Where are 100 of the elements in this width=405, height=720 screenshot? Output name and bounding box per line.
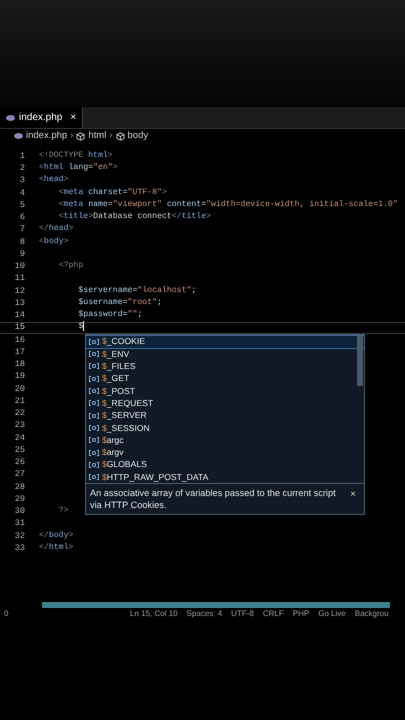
code-text: $servername="localhost"; — [78, 284, 196, 297]
variable-icon — [89, 462, 99, 468]
suggestion-label: $_GET — [102, 372, 130, 386]
code-text: $ — [78, 321, 84, 334]
suggestion-label: $_REQUEST — [102, 396, 154, 410]
suggestion-label: $_FILES — [102, 360, 136, 373]
variable-icon — [89, 437, 99, 444]
editor-tab[interactable]: index.php × — [0, 107, 84, 128]
variable-icon — [89, 412, 99, 419]
line-number: 14 — [14, 309, 26, 322]
code-text: $username="root"; — [78, 296, 162, 309]
line-number: 10 — [14, 260, 26, 273]
php-file-icon — [14, 133, 23, 139]
line-number: 19 — [14, 370, 26, 383]
line-number: 29 — [14, 492, 26, 506]
code-text: </html> — [39, 542, 74, 554]
line-number: 5 — [18, 198, 26, 212]
separator-chevron: › — [70, 128, 74, 143]
variable-icon — [89, 363, 99, 370]
suggestion-item[interactable]: $_REQUEST — [86, 397, 364, 410]
code-text: </body> — [39, 530, 74, 542]
code-text: <html lang="en"> — [39, 162, 118, 174]
line-number: 30 — [14, 505, 26, 518]
php-file-icon — [6, 114, 15, 120]
suggestion-label: $GLOBALS — [102, 458, 147, 472]
status-item[interactable]: PHP — [292, 608, 310, 620]
line-number: 21 — [14, 394, 26, 408]
line-number: 15 — [14, 321, 26, 334]
suggestion-label: $HTTP_RAW_POST_DATA — [102, 470, 208, 484]
line-number: 25 — [14, 444, 26, 456]
line-number: 12 — [14, 284, 26, 298]
line-number: 24 — [14, 432, 26, 444]
suggestion-item[interactable]: $HTTP_RAW_POST_DATA — [86, 471, 364, 484]
tab-label: index.php — [19, 111, 62, 125]
separator-chevron: › — [109, 128, 112, 143]
code-text: <meta charset="UTF-8"> — [58, 186, 167, 199]
line-number: 7 — [18, 223, 26, 236]
code-text: <body> — [39, 236, 68, 248]
code-text: <meta name="viewport" content="width=device-width, initial-scale=1.0" — [58, 198, 398, 211]
code-text: <?php — [58, 260, 84, 272]
cube-icon — [76, 132, 86, 140]
suggestion-item[interactable]: $_ENV — [86, 348, 364, 360]
variable-icon — [89, 338, 99, 345]
line-number: 8 — [18, 236, 26, 248]
suggestion-item[interactable]: $GLOBALS — [86, 458, 364, 472]
suggestion-item[interactable]: $_GET — [86, 372, 364, 385]
breadcrumb-item[interactable]: body — [128, 128, 148, 144]
suggestion-label: $_SERVER — [102, 409, 147, 422]
line-number: 11 — [14, 272, 26, 285]
suggestion-item[interactable]: $_COOKIE — [86, 336, 364, 348]
code-text: <head> — [39, 174, 68, 186]
line-number: 33 — [14, 542, 26, 554]
status-item[interactable]: 0 — [0, 608, 130, 620]
line-number: 28 — [14, 480, 26, 494]
line-number: 27 — [14, 468, 26, 481]
line-number: 13 — [14, 296, 26, 310]
suggestion-label: $_POST — [102, 384, 135, 398]
status-item[interactable]: Spaces: 4 — [186, 608, 222, 620]
status-item[interactable]: Backgrou — [354, 608, 389, 620]
line-number: 23 — [14, 419, 26, 432]
suggestion-item[interactable]: $_FILES — [86, 360, 364, 373]
variable-icon — [89, 388, 99, 394]
suggestion-item[interactable]: $_SERVER — [86, 410, 364, 422]
line-number: 20 — [14, 382, 26, 396]
line-number: 9 — [18, 248, 26, 260]
suggestion-item[interactable]: $argv — [86, 446, 364, 459]
line-number: 26 — [14, 456, 26, 469]
variable-icon — [89, 450, 99, 456]
line-number: 4 — [18, 186, 26, 200]
breadcrumb-item[interactable]: html — [88, 128, 106, 144]
variable-icon — [89, 424, 99, 431]
suggestion-label: $_COOKIE — [102, 335, 145, 348]
code-text: ?> — [58, 505, 69, 518]
status-item[interactable]: Ln 15, Col 10 — [130, 608, 178, 620]
cube-icon — [116, 132, 124, 140]
text-cursor — [83, 321, 84, 332]
variable-icon — [89, 376, 99, 382]
close-button[interactable]: × — [70, 110, 76, 125]
suggestion-item[interactable]: $argc — [86, 434, 364, 446]
suggestion-item[interactable]: $_POST — [86, 384, 364, 398]
line-number: 17 — [14, 346, 26, 358]
status-item[interactable]: CRLF — [262, 608, 284, 620]
line-number: 16 — [14, 334, 26, 346]
code-text: <!DOCTYPE html> — [39, 150, 113, 162]
line-number: 18 — [14, 358, 26, 371]
code-text: </head> — [39, 223, 74, 236]
suggestion-label: $argv — [102, 446, 124, 460]
suggestion-label: $_SESSION — [102, 422, 150, 434]
close-button[interactable]: × — [350, 487, 360, 502]
line-number: 2 — [18, 162, 26, 175]
line-number: 1 — [18, 150, 26, 162]
status-item[interactable]: UTF-8 — [231, 608, 254, 620]
status-item[interactable]: Go Live — [318, 608, 346, 620]
breadcrumb-item[interactable]: index.php — [26, 128, 68, 144]
suggestion-item[interactable]: $_SESSION — [86, 422, 364, 434]
variable-icon — [89, 351, 99, 358]
line-number: 31 — [14, 517, 26, 530]
suggestion-label: $argc — [102, 434, 124, 447]
line-number: 3 — [18, 174, 26, 187]
documentation-text: An associative array of variables passed to the current script via HTTP Cookies. — [90, 487, 337, 512]
